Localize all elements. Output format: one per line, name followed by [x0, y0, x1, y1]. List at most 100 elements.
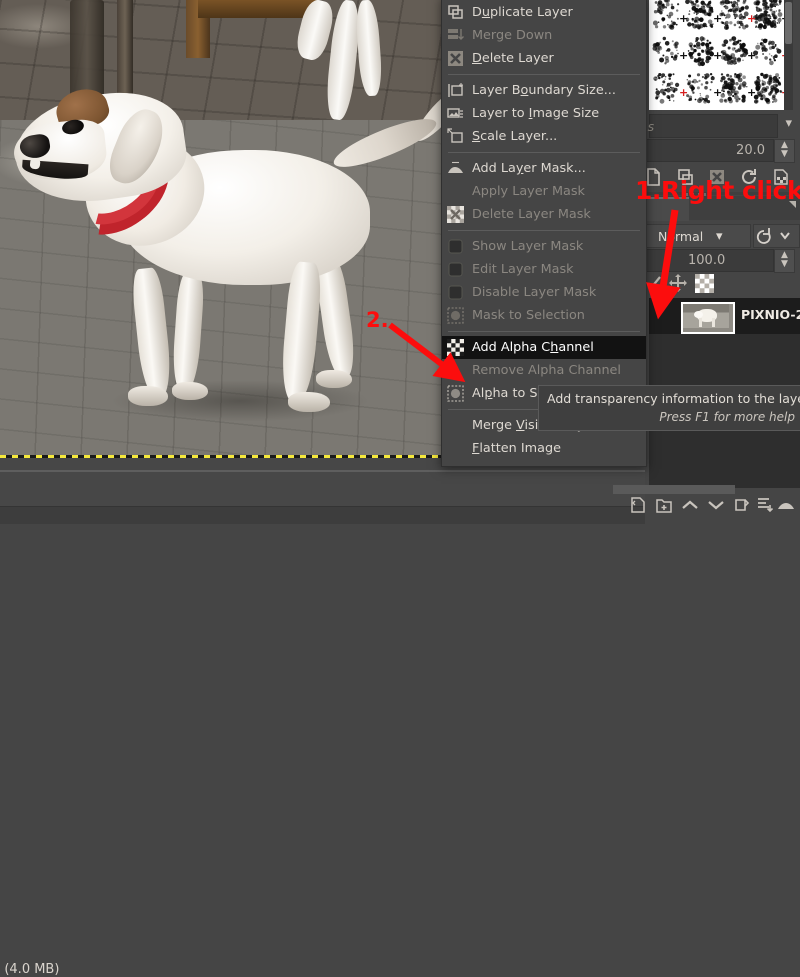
menu-item-label: Add Alpha Channel [472, 340, 594, 355]
layer-mode-row: Normal ▾ [627, 222, 800, 248]
menu-separator [448, 230, 640, 231]
menu-item-label: Add Layer Mask... [472, 161, 586, 176]
layer-name-label: PIXNIO-241093 [741, 307, 800, 322]
layer-thumbnail [681, 302, 735, 334]
layer-opacity-row: 100.0 ▲ ▼ [605, 248, 800, 273]
brush-grid-marker: + [713, 12, 723, 25]
layer-opacity-value: 100.0 [688, 253, 726, 268]
photo-dog-paw [172, 382, 208, 400]
menu-item-label: Scale Layer... [472, 129, 558, 144]
menu-item-apply-layer-mask: Apply Layer Mask [442, 180, 646, 203]
layers-bottom-toolbar [613, 485, 800, 523]
status-bar: og (4.0 MB) [0, 472, 645, 977]
brush-grid-marker: + [713, 86, 723, 99]
menu-item-label: Show Layer Mask [472, 239, 584, 254]
add-mask-button[interactable] [775, 494, 797, 516]
dock-right-edge [793, 0, 800, 110]
mask-to-selection-icon [447, 307, 464, 324]
menu-item-label: Duplicate Layer [472, 5, 573, 20]
none-icon [447, 183, 464, 200]
brush-item[interactable] [649, 70, 683, 106]
lower-layer-button[interactable] [705, 494, 727, 516]
menu-item-mask-to-selection: Mask to Selection [442, 304, 646, 327]
menu-item-delete-layer-mask: Delete Layer Mask [442, 203, 646, 226]
alpha-channel-icon [447, 339, 464, 356]
layer-mode-label: Normal [658, 229, 704, 244]
brush-item[interactable] [649, 0, 683, 32]
brushes-grid[interactable]: ++++++++++++ [649, 0, 784, 110]
menu-item-add-alpha-channel[interactable]: Add Alpha Channel [442, 336, 646, 359]
menu-item-edit-layer-mask: Edit Layer Mask [442, 258, 646, 281]
chevron-down-icon: ▾ [716, 229, 723, 244]
checkbox-icon [447, 238, 464, 255]
tooltip-hint: Press F1 for more help [659, 410, 795, 424]
brush-size-row: 20.0 ▲ ▼ [615, 138, 800, 163]
brush-grid-marker: + [679, 12, 689, 25]
alpha-to-selection-icon [447, 385, 464, 402]
none-icon [447, 417, 464, 434]
delete-layer-icon [447, 50, 464, 67]
menu-item-add-layer-mask[interactable]: Add Layer Mask... [442, 157, 646, 180]
photo-dog-paw [316, 370, 352, 388]
menu-item-label: Delete Layer Mask [472, 207, 591, 222]
brush-grid-marker: + [713, 49, 723, 62]
brush-grid-marker: + [747, 12, 757, 25]
scale-layer-icon [447, 128, 464, 145]
checkbox-icon [447, 261, 464, 278]
checkbox-icon [447, 284, 464, 301]
menu-item-remove-alpha-channel: Remove Alpha Channel [442, 359, 646, 382]
brush-grid-marker: + [679, 49, 689, 62]
menu-item-label: Merge Down [472, 28, 553, 43]
layer-lock-row [645, 272, 800, 296]
brush-size-spinner[interactable]: ▲ ▼ [774, 139, 795, 163]
chevron-down-icon[interactable]: ▾ [785, 116, 792, 131]
photo-dog-tooth [29, 159, 41, 170]
layer-opacity-spinner[interactable]: ▲ ▼ [774, 249, 795, 273]
list-item[interactable]: PIXNIO-241093 [649, 298, 800, 334]
layer-to-image-size-icon [447, 105, 464, 122]
layers-horizontal-scrollbar[interactable] [613, 485, 735, 494]
brush-filter-input[interactable]: ags [632, 114, 778, 138]
menu-item-layer-to-image-size[interactable]: Layer to Image Size [442, 102, 646, 125]
menu-item-label: Remove Alpha Channel [472, 363, 621, 378]
menu-item-label: Edit Layer Mask [472, 262, 574, 277]
menu-item-layer-boundary-size[interactable]: Layer Boundary Size... [442, 79, 646, 102]
menu-item-flatten-image[interactable]: Flatten Image [442, 437, 646, 460]
none-icon [447, 362, 464, 379]
menu-item-duplicate-layer[interactable]: Duplicate Layer [442, 1, 646, 24]
menu-separator [448, 74, 640, 75]
layer-boundary-size-icon [447, 82, 464, 99]
duplicate-layer-button[interactable] [731, 494, 753, 516]
menu-item-label: Disable Layer Mask [472, 285, 597, 300]
merge-down-icon [447, 27, 464, 44]
menu-item-label: Mask to Selection [472, 308, 585, 323]
lock-position-icon[interactable] [667, 272, 689, 297]
add-layer-mask-icon [447, 160, 464, 177]
menu-item-disable-layer-mask: Disable Layer Mask [442, 281, 646, 304]
menu-item-merge-down: Merge Down [442, 24, 646, 47]
brush-grid-marker: + [747, 86, 757, 99]
photo-dog-paw [288, 392, 330, 412]
menu-item-label: Layer Boundary Size... [472, 83, 616, 98]
anchor-layer-button[interactable] [753, 494, 775, 516]
bottom-bar [0, 506, 645, 524]
brush-filter-row: ags ▾ [632, 112, 800, 138]
new-layer-button[interactable] [627, 494, 649, 516]
status-bar-text: og (4.0 MB) [0, 962, 60, 977]
tooltip: Add transparency information to the laye… [538, 385, 800, 431]
layer-mode-switches-button[interactable] [753, 224, 800, 248]
brush-item[interactable] [649, 33, 683, 69]
brushes-scrollbar[interactable] [784, 0, 793, 110]
menu-separator [448, 331, 640, 332]
photo-dog-paw [128, 386, 168, 406]
menu-item-delete-layer[interactable]: Delete Layer [442, 47, 646, 70]
raise-layer-button[interactable] [679, 494, 701, 516]
photo-post [198, 0, 318, 18]
annotation-step2-label: 2. [366, 308, 389, 332]
menu-item-label: Flatten Image [472, 441, 561, 456]
tooltip-text: Add transparency information to the laye… [547, 391, 800, 406]
new-layer-group-button[interactable] [653, 494, 675, 516]
menu-item-scale-layer[interactable]: Scale Layer... [442, 125, 646, 148]
lock-alpha-icon[interactable] [695, 274, 714, 296]
menu-item-show-layer-mask: Show Layer Mask [442, 235, 646, 258]
